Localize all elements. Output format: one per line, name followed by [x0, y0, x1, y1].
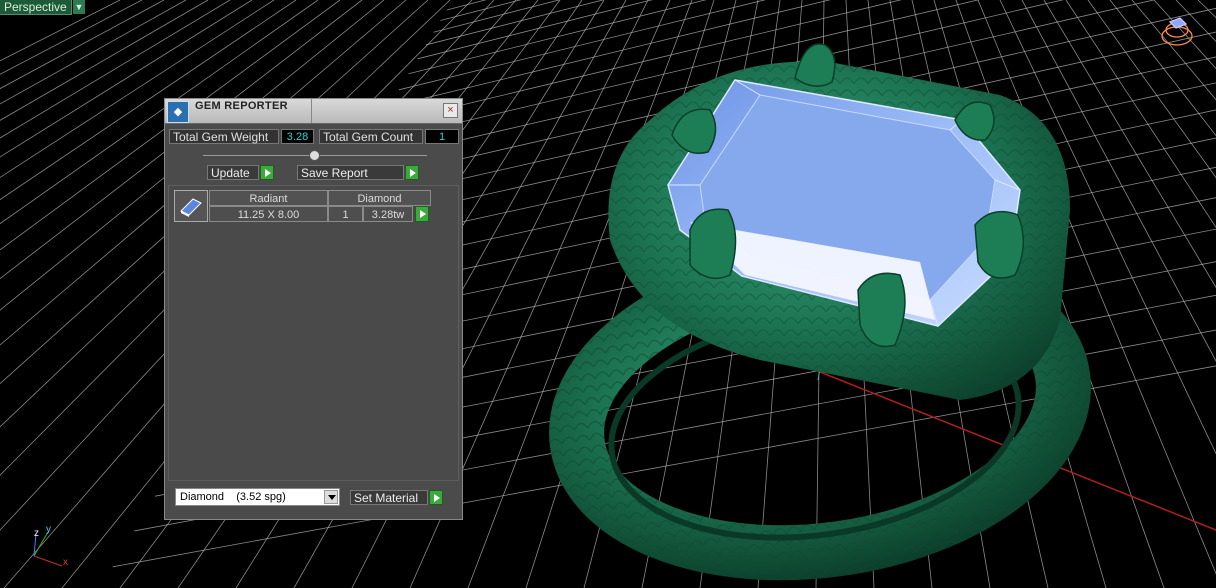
grid-line [0, 0, 143, 75]
axis-y-label: y [46, 524, 51, 535]
grid-line [0, 0, 165, 90]
grid-line [433, 0, 561, 33]
set-material-button[interactable]: Set Material [350, 490, 428, 505]
set-material-arrow-icon[interactable] [429, 490, 443, 505]
update-button[interactable]: Update [207, 165, 259, 180]
update-arrow-icon[interactable] [260, 165, 274, 180]
save-report-arrow-icon[interactable] [405, 165, 419, 180]
total-gem-weight-label: Total Gem Weight [169, 129, 279, 144]
panel-slider-knob[interactable] [309, 150, 320, 161]
gem-thumbnail-icon[interactable] [174, 190, 208, 222]
viewport-menu-arrow-icon[interactable]: ▼ [73, 0, 85, 14]
gem-shape-cell: Radiant [209, 190, 328, 206]
gem-row-arrow-icon[interactable] [415, 206, 429, 222]
gem-count-cell: 1 [328, 206, 363, 222]
material-select-value: Diamond (3.52 spg) [180, 491, 286, 503]
gem-list[interactable] [168, 185, 459, 481]
grid-line [1109, 0, 1216, 137]
titlebar-divider [311, 99, 312, 123]
gem-reporter-panel: ◆ GEM REPORTER × Total Gem Weight 3.28 T… [164, 98, 463, 520]
chevron-down-icon[interactable] [324, 490, 338, 504]
grid-line [446, 0, 487, 11]
total-gem-count-label: Total Gem Count [319, 129, 423, 144]
panel-titlebar[interactable]: ◆ GEM REPORTER × [165, 99, 462, 124]
total-gem-weight-value: 3.28 [281, 129, 314, 144]
axis-x-label: x [63, 557, 68, 568]
material-select[interactable]: Diamond (3.52 spg) [175, 488, 340, 506]
grid-line [425, 0, 605, 46]
panel-title: GEM REPORTER [195, 100, 288, 112]
axis-z-label: z [34, 528, 39, 539]
total-gem-count-value: 1 [425, 129, 459, 144]
save-report-button[interactable]: Save Report [297, 165, 404, 180]
gem-material-cell: Diamond [328, 190, 431, 206]
grid-line [1131, 0, 1216, 101]
ring-model[interactable] [549, 43, 1091, 583]
close-icon[interactable]: × [443, 103, 458, 118]
grid-line [1087, 0, 1216, 179]
gem-size-cell: 11.25 X 8.00 [209, 206, 328, 222]
grid-line [1197, 0, 1216, 19]
viewport-label[interactable]: Perspective [0, 0, 72, 15]
gem-reporter-app-icon: ◆ [167, 101, 189, 123]
grid-line [1175, 0, 1216, 42]
gem-weight-cell: 3.28tw [363, 206, 413, 222]
